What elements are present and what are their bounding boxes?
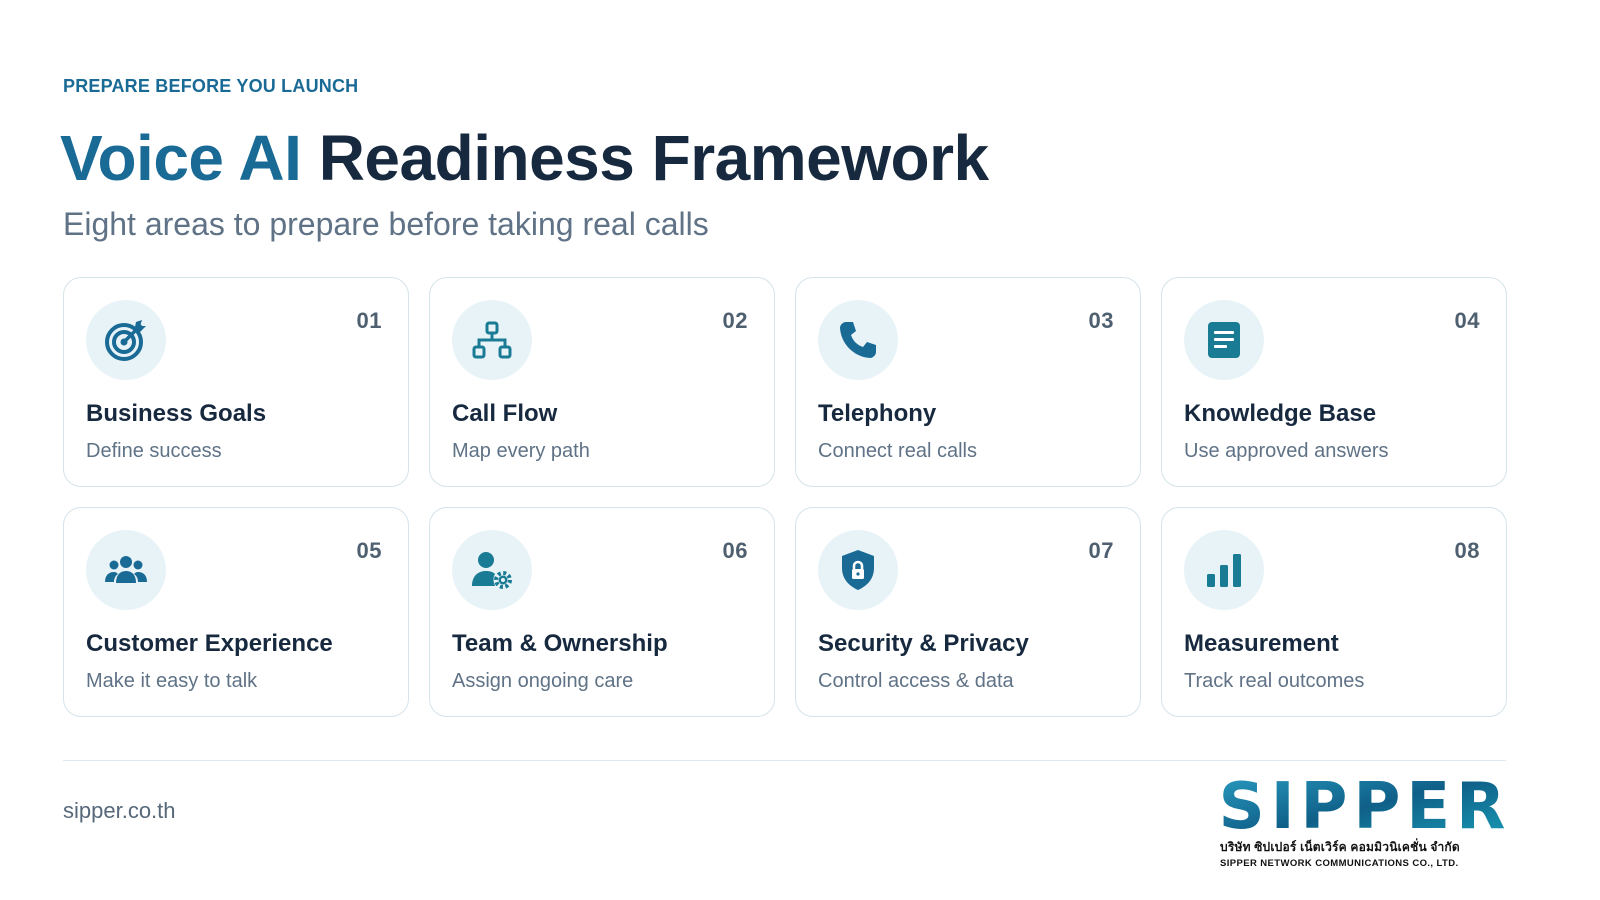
title-accent: Voice AI xyxy=(60,122,302,194)
user-gear-icon xyxy=(452,530,532,610)
page-subtitle: Eight areas to prepare before taking rea… xyxy=(63,206,709,242)
card-title: Business Goals xyxy=(86,400,267,427)
card-number: 03 xyxy=(1088,308,1114,333)
document-icon xyxy=(1184,300,1264,380)
flowchart-icon xyxy=(452,300,532,380)
logo-wordmark-text: SIPPER xyxy=(1220,772,1510,832)
card-title: Telephony xyxy=(818,400,937,427)
card-security-privacy: 07 Security & Privacy Control access & d… xyxy=(795,507,1141,717)
card-description: Connect real calls xyxy=(818,440,977,462)
users-icon xyxy=(86,530,166,610)
card-number: 02 xyxy=(722,308,748,333)
card-customer-experience: 05 Customer Experience Make it easy to t… xyxy=(63,507,409,717)
card-title: Team & Ownership xyxy=(452,630,668,657)
card-number: 05 xyxy=(356,538,382,563)
sipper-logo: SIPPER บริษัท ซิปเปอร์ เน็ตเวิร์ค คอมมิว… xyxy=(1220,772,1510,869)
bar-chart-icon xyxy=(1184,530,1264,610)
card-number: 08 xyxy=(1454,538,1480,563)
card-business-goals: 01 Business Goals Define success xyxy=(63,277,409,487)
footer-divider xyxy=(63,760,1506,761)
card-number: 04 xyxy=(1454,308,1480,333)
website-link[interactable]: sipper.co.th xyxy=(63,798,176,824)
card-call-flow: 02 Call Flow Map every path xyxy=(429,277,775,487)
sipper-wordmark: SIPPER xyxy=(1220,772,1510,832)
target-icon xyxy=(86,300,166,380)
card-description: Use approved answers xyxy=(1184,440,1389,462)
card-knowledge-base: 04 Knowledge Base Use approved answers xyxy=(1161,277,1507,487)
card-description: Control access & data xyxy=(818,670,1014,692)
card-title: Call Flow xyxy=(452,400,558,427)
page-title: Voice AI Readiness Framework xyxy=(60,118,989,198)
card-title: Knowledge Base xyxy=(1184,400,1377,427)
framework-grid: 01 Business Goals Define success 02 Call… xyxy=(63,277,1507,717)
card-title: Security & Privacy xyxy=(818,630,1029,657)
title-rest: Readiness Framework xyxy=(318,122,989,194)
card-description: Track real outcomes xyxy=(1184,670,1365,692)
card-number: 01 xyxy=(356,308,382,333)
card-number: 07 xyxy=(1088,538,1114,563)
phone-icon xyxy=(818,300,898,380)
card-description: Define success xyxy=(86,440,222,462)
eyebrow-label: PREPARE BEFORE YOU LAUNCH xyxy=(63,76,359,96)
card-telephony: 03 Telephony Connect real calls xyxy=(795,277,1141,487)
card-description: Make it easy to talk xyxy=(86,670,258,692)
card-measurement: 08 Measurement Track real outcomes xyxy=(1161,507,1507,717)
card-team-ownership: 06 Team & Ownership Assign ongoing care xyxy=(429,507,775,717)
logo-english-name: SIPPER NETWORK COMMUNICATIONS CO., LTD. xyxy=(1220,858,1459,869)
card-description: Map every path xyxy=(452,440,590,462)
shield-lock-icon xyxy=(818,530,898,610)
card-title: Measurement xyxy=(1184,630,1339,657)
card-title: Customer Experience xyxy=(86,630,333,657)
card-description: Assign ongoing care xyxy=(452,670,634,692)
logo-thai-name: บริษัท ซิปเปอร์ เน็ตเวิร์ค คอมมิวนิเคชั่… xyxy=(1220,840,1460,854)
card-number: 06 xyxy=(722,538,748,563)
